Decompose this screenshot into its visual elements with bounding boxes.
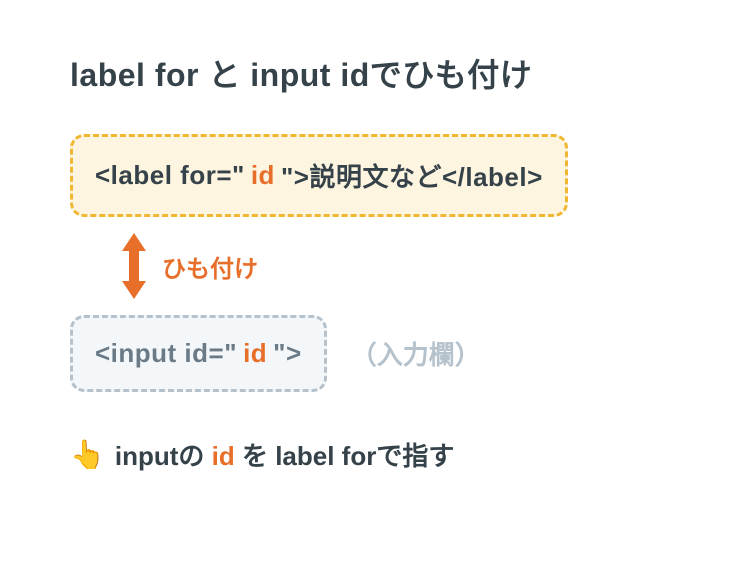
input-open: <input id=" [95, 338, 237, 369]
input-id-token: id [243, 338, 267, 369]
label-close: ">説明文など</label> [281, 157, 543, 194]
footer-t2: を label forで指す [235, 441, 455, 471]
footer-id-token: id [212, 441, 235, 471]
footer-note: 👆 inputの id を label forで指す [70, 436, 661, 473]
double-arrow-icon [120, 233, 148, 299]
input-close: "> [273, 338, 302, 369]
pointing-up-icon: 👆 [70, 438, 105, 471]
input-hint: （入力欄） [351, 335, 481, 372]
diagram-title: label for と input idでひも付け [70, 50, 661, 96]
link-label: ひも付け [162, 249, 258, 284]
input-element-box: <input id="id "> [70, 315, 327, 392]
label-open: <label for=" [95, 160, 245, 191]
link-row: ひも付け [120, 233, 661, 299]
label-element-box: <label for=" id ">説明文など</label> [70, 134, 568, 217]
label-id-token: id [251, 160, 275, 191]
footer-t1: inputの [115, 441, 212, 471]
